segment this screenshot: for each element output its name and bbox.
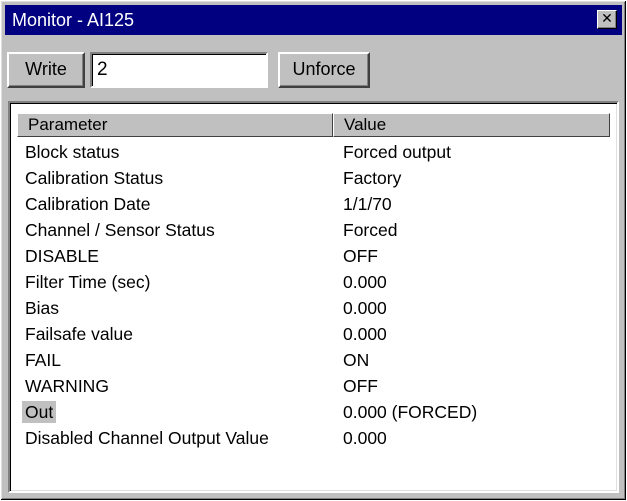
value-cell: 0.000 (FORCED): [343, 402, 478, 422]
table-row[interactable]: WARNING OFF: [17, 373, 617, 399]
parameter-rows: Block status Forced output Calibration S…: [17, 139, 617, 451]
column-header-parameter[interactable]: Parameter: [17, 113, 333, 137]
title-bar[interactable]: Monitor - AI125 ✕: [5, 5, 622, 35]
value-cell: Factory: [343, 168, 402, 188]
column-header-value[interactable]: Value: [333, 113, 610, 137]
table-row[interactable]: Calibration Date 1/1/70: [17, 191, 617, 217]
parameter-cell: Filter Time (sec): [25, 272, 151, 292]
value-cell: OFF: [343, 376, 378, 396]
parameter-cell: Bias: [25, 298, 60, 318]
monitor-window: Monitor - AI125 ✕ Write Unforce Paramete…: [0, 0, 627, 501]
write-button[interactable]: Write: [7, 52, 85, 88]
parameter-cell: DISABLE: [25, 246, 99, 266]
parameter-cell: Disabled Channel Output Value: [25, 428, 269, 448]
write-value-input[interactable]: [90, 52, 268, 88]
parameter-cell: Channel / Sensor Status: [25, 220, 215, 240]
table-row[interactable]: Failsafe value 0.000: [17, 321, 617, 347]
table-row[interactable]: DISABLE OFF: [17, 243, 617, 269]
table-row-selected[interactable]: Out 0.000 (FORCED): [17, 399, 617, 425]
parameter-cell: Calibration Date: [25, 194, 151, 214]
value-cell: ON: [343, 350, 370, 370]
table-row[interactable]: Filter Time (sec) 0.000: [17, 269, 617, 295]
table-row[interactable]: FAIL ON: [17, 347, 617, 373]
table-row[interactable]: Bias 0.000: [17, 295, 617, 321]
value-cell: 1/1/70: [343, 194, 392, 214]
table-row[interactable]: Disabled Channel Output Value 0.000: [17, 425, 617, 451]
parameter-cell: Out: [22, 401, 57, 423]
table-row[interactable]: Block status Forced output: [17, 139, 617, 165]
parameter-cell: Block status: [25, 142, 120, 162]
window-title: Monitor - AI125: [12, 10, 135, 30]
value-cell: 0.000: [343, 428, 387, 448]
value-cell: OFF: [343, 246, 378, 266]
table-row[interactable]: Channel / Sensor Status Forced: [17, 217, 617, 243]
value-cell: 0.000: [343, 324, 387, 344]
parameter-cell: WARNING: [25, 376, 109, 396]
close-icon: ✕: [601, 11, 613, 27]
table-row[interactable]: Calibration Status Factory: [17, 165, 617, 191]
value-cell: 0.000: [343, 298, 387, 318]
parameter-cell: Failsafe value: [25, 324, 133, 344]
parameter-list[interactable]: Parameter Value Block status Forced outp…: [8, 101, 619, 493]
unforce-button[interactable]: Unforce: [278, 52, 370, 88]
value-cell: Forced: [343, 220, 398, 240]
close-button[interactable]: ✕: [597, 10, 617, 29]
value-cell: Forced output: [343, 142, 451, 162]
value-cell: 0.000: [343, 272, 387, 292]
parameter-cell: FAIL: [25, 350, 61, 370]
parameter-cell: Calibration Status: [25, 168, 164, 188]
